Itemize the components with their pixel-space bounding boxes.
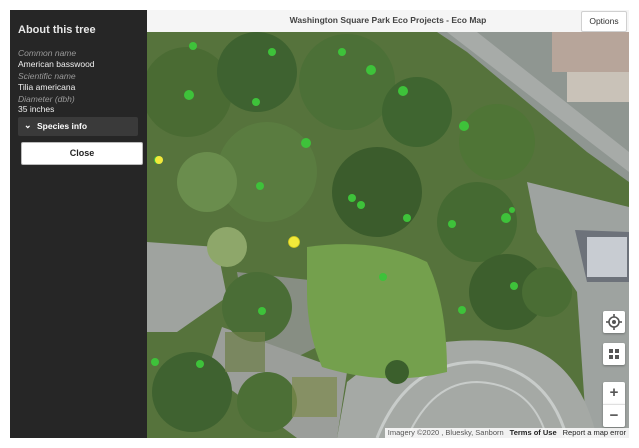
- zoom-in-button[interactable]: +: [603, 382, 625, 404]
- grid-icon: [609, 349, 619, 359]
- imagery-credit: Imagery ©2020 , Bluesky, Sanborn: [387, 428, 504, 437]
- species-info-toggle[interactable]: ⌄ Species info: [18, 117, 138, 136]
- map-header: Washington Square Park Eco Projects - Ec…: [147, 10, 629, 33]
- building-northeast: [552, 32, 629, 72]
- tree-marker: [357, 201, 365, 209]
- tree-marker: [189, 42, 197, 50]
- species-info-label: Species info: [37, 121, 88, 131]
- options-button[interactable]: Options: [581, 11, 627, 32]
- building-annex: [567, 72, 629, 102]
- tree-marker: [379, 273, 387, 281]
- common-name-label: Common name: [18, 48, 77, 58]
- tree-marker: [196, 360, 204, 368]
- tree-marker: [252, 98, 260, 106]
- map-attribution: Imagery ©2020 , Bluesky, Sanborn Terms of…: [384, 428, 629, 438]
- close-button[interactable]: Close: [21, 142, 143, 165]
- diameter-label: Diameter (dbh): [18, 94, 75, 104]
- page-title: Washington Square Park Eco Projects - Ec…: [289, 15, 487, 25]
- crosshair-icon: [606, 314, 622, 330]
- tree-marker: [459, 121, 469, 131]
- tree-marker: [184, 90, 194, 100]
- report-map-error-link[interactable]: Report a map error: [563, 428, 626, 437]
- app-window: About this tree Common name American bas…: [0, 0, 639, 448]
- tree-marker: [338, 48, 346, 56]
- minus-icon: −: [609, 407, 619, 424]
- tree-marker: [501, 213, 511, 223]
- satellite-map[interactable]: + − Imagery ©2020 , Bluesky, Sanborn Term…: [147, 32, 629, 438]
- tree-marker: [510, 282, 518, 290]
- tree-marker: [398, 86, 408, 96]
- diameter-value: 35 inches: [18, 104, 55, 114]
- tree-marker: [258, 307, 266, 315]
- highlighted-tree-marker: [155, 156, 163, 164]
- tree-marker: [448, 220, 456, 228]
- map-imagery: [147, 32, 629, 438]
- panel-title: About this tree: [18, 24, 96, 36]
- tree-marker: [256, 182, 264, 190]
- plus-icon: +: [609, 384, 619, 401]
- tree-info-panel: About this tree Common name American bas…: [10, 10, 147, 438]
- tree-marker: [268, 48, 276, 56]
- scientific-name-value: Tilia americana: [18, 82, 76, 92]
- chevron-down-icon: ⌄: [24, 120, 32, 130]
- central-lawn: [307, 244, 447, 379]
- terms-of-use-link[interactable]: Terms of Use: [510, 428, 557, 437]
- tree-marker: [509, 207, 515, 213]
- building-roof: [587, 237, 627, 277]
- tree-marker: [458, 306, 466, 314]
- my-location-button[interactable]: [603, 311, 625, 333]
- zoom-out-button[interactable]: −: [603, 404, 625, 427]
- tree-marker: [403, 214, 411, 222]
- tree-marker: [151, 358, 159, 366]
- scientific-name-label: Scientific name: [18, 71, 76, 81]
- tree-marker: [301, 138, 311, 148]
- tree-marker: [348, 194, 356, 202]
- tree-marker: [366, 65, 376, 75]
- layers-button[interactable]: [603, 343, 625, 365]
- selected-tree-marker: [288, 236, 300, 248]
- common-name-value: American basswood: [18, 59, 95, 69]
